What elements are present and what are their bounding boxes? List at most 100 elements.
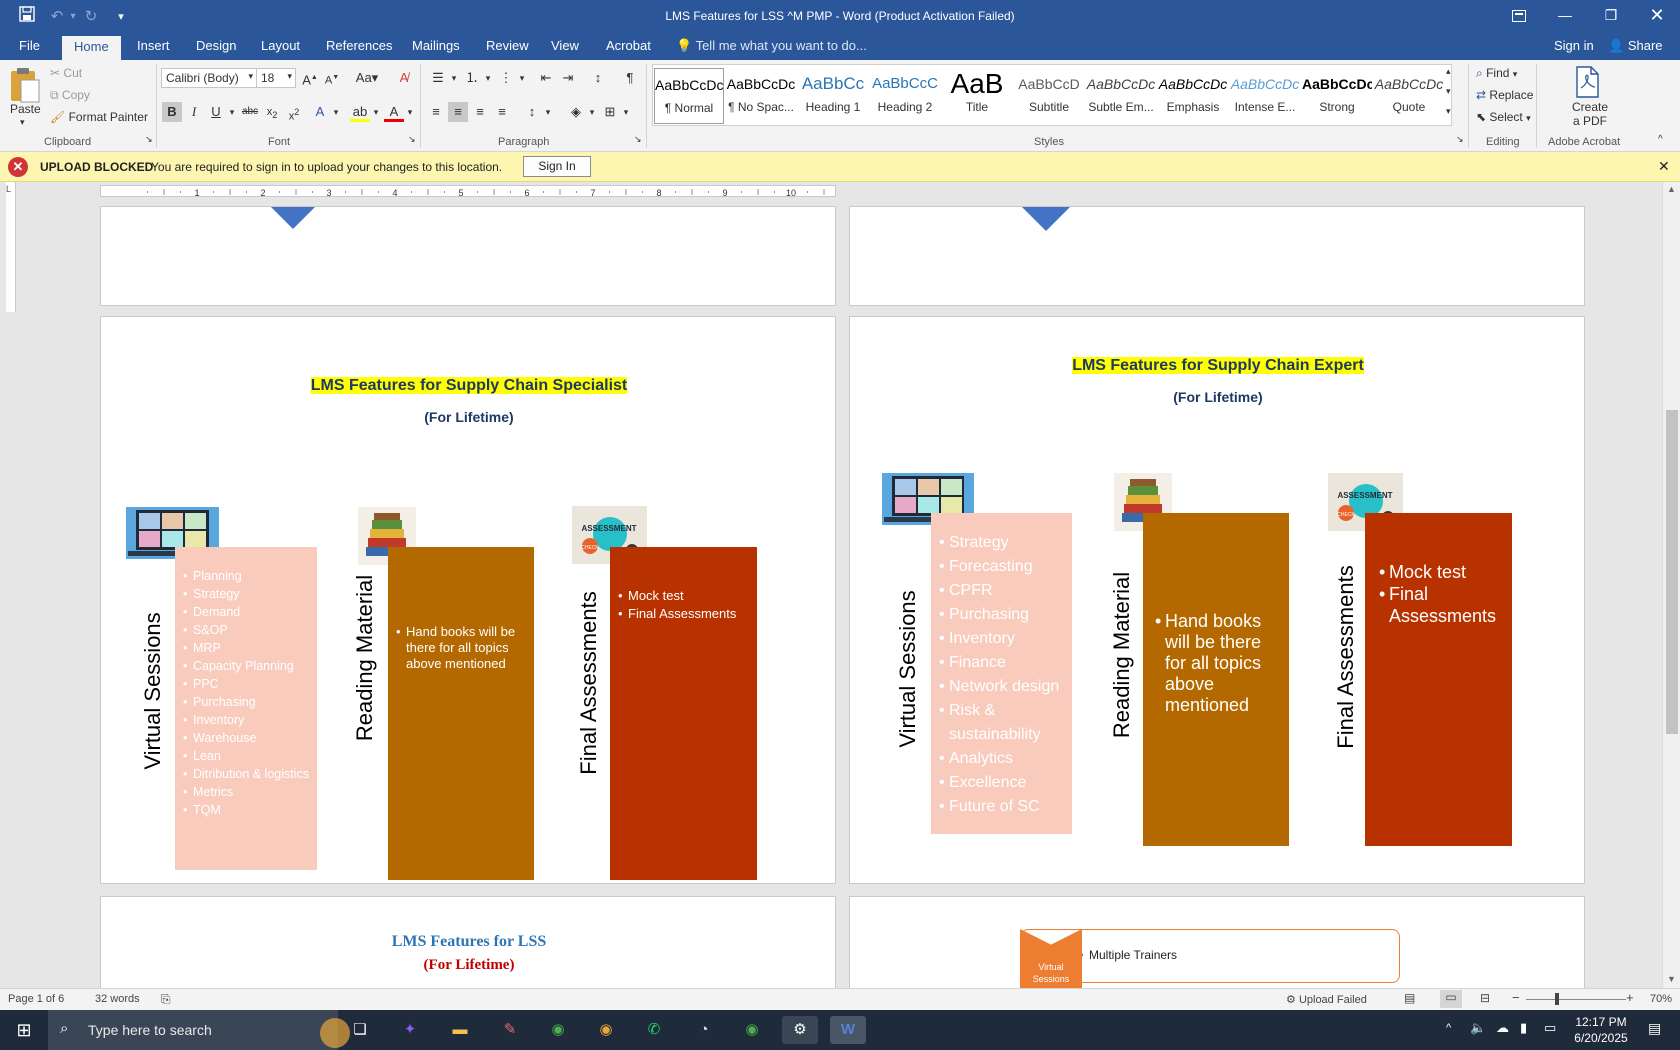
upload-status[interactable]: ⚙ Upload Failed xyxy=(1286,993,1367,1006)
share-button[interactable]: 👤 Share xyxy=(1608,38,1663,54)
subscript-button[interactable]: x2 xyxy=(262,102,282,122)
grow-font-icon[interactable]: A▲ xyxy=(300,68,320,88)
chrome-second-icon[interactable]: ◉ xyxy=(734,1016,770,1044)
styles-launcher-icon[interactable]: ↘ xyxy=(1456,134,1464,145)
bullets-dropdown-icon[interactable]: ▾ xyxy=(444,68,464,88)
style-subtitle[interactable]: AaBbCcD Subtitle xyxy=(1014,68,1084,124)
paste-icon[interactable] xyxy=(8,66,44,106)
font-size-select[interactable]: 18 ▾ xyxy=(256,68,296,88)
restore-button[interactable]: ❐ xyxy=(1588,0,1634,32)
styles-scroll-up-icon[interactable]: ▴ xyxy=(1446,66,1451,77)
settings-app-icon[interactable]: ⚙ xyxy=(782,1016,818,1044)
tray-chevron-icon[interactable]: ^ xyxy=(1446,1022,1451,1034)
zoom-level[interactable]: 70% xyxy=(1650,993,1672,1005)
paste-button[interactable]: Paste xyxy=(10,102,41,116)
tab-review[interactable]: Review xyxy=(486,38,529,53)
chrome-icon[interactable]: ◉ xyxy=(540,1016,576,1044)
style-title[interactable]: AaB Title xyxy=(942,68,1012,124)
tab-design[interactable]: Design xyxy=(196,38,236,53)
replace-button[interactable]: ⇄ Replace xyxy=(1476,88,1533,102)
text-effects-dropdown-icon[interactable]: ▾ xyxy=(326,102,346,122)
tab-references[interactable]: References xyxy=(326,38,392,53)
shading-dropdown-icon[interactable]: ▾ xyxy=(582,102,602,122)
style-heading-1[interactable]: AaBbCc Heading 1 xyxy=(798,68,868,124)
italic-button[interactable]: I xyxy=(184,102,204,122)
cut-button[interactable]: ✂ Cut xyxy=(50,66,82,80)
weather-icon[interactable]: ☁ xyxy=(1496,1020,1509,1036)
styles-scroll-down-icon[interactable]: ▾ xyxy=(1446,86,1451,97)
style-emphasis[interactable]: AaBbCcDc Emphasis xyxy=(1158,68,1228,124)
highlight-dropdown-icon[interactable]: ▾ xyxy=(366,102,386,122)
align-center-icon[interactable]: ≡ xyxy=(448,102,468,122)
paragraph-launcher-icon[interactable]: ↘ xyxy=(634,134,642,145)
volume-icon[interactable]: 🔈 xyxy=(1470,1020,1486,1036)
bold-button[interactable]: B xyxy=(162,102,182,122)
tab-file[interactable]: File xyxy=(19,38,40,53)
styles-more-icon[interactable]: ▾ xyxy=(1446,106,1451,117)
sign-in-link[interactable]: Sign in xyxy=(1554,38,1594,53)
zoom-out-icon[interactable]: − xyxy=(1512,990,1520,1005)
superscript-button[interactable]: x2 xyxy=(284,102,304,123)
show-formatting-marks-icon[interactable]: ¶ xyxy=(620,68,640,88)
sort-icon[interactable]: ↕ xyxy=(588,68,608,88)
line-spacing-dropdown-icon[interactable]: ▾ xyxy=(538,102,558,122)
style-heading-2[interactable]: AaBbCcC Heading 2 xyxy=(870,68,940,124)
network-icon[interactable]: ▭ xyxy=(1544,1020,1556,1036)
tab-mailings[interactable]: Mailings xyxy=(412,38,460,53)
scroll-down-icon[interactable]: ▼ xyxy=(1667,974,1676,984)
chrome-profile-icon[interactable]: ◉ xyxy=(588,1016,624,1044)
decrease-indent-icon[interactable]: ⇤ xyxy=(536,68,556,88)
paste-dropdown-icon[interactable]: ▾ xyxy=(20,117,25,128)
strikethrough-button[interactable]: abc xyxy=(240,102,260,122)
tab-selector-icon[interactable]: L xyxy=(6,184,11,194)
find-button[interactable]: ⌕ Find ▾ xyxy=(1476,66,1517,81)
increase-indent-icon[interactable]: ⇥ xyxy=(558,68,578,88)
scroll-up-icon[interactable]: ▲ xyxy=(1667,184,1676,194)
tab-view[interactable]: View xyxy=(551,38,579,53)
clear-formatting-icon[interactable]: A̸ xyxy=(394,68,414,88)
collapse-ribbon-icon[interactable]: ^ xyxy=(1658,134,1663,145)
justify-icon[interactable]: ≡ xyxy=(492,102,512,122)
font-launcher-icon[interactable]: ↘ xyxy=(408,134,416,145)
task-view-icon[interactable]: ❏ xyxy=(342,1016,378,1044)
clock-app-icon[interactable]: ◔ xyxy=(686,1016,722,1044)
ribbon-display-options-icon[interactable] xyxy=(1496,0,1542,32)
zoom-slider-thumb[interactable] xyxy=(1555,993,1559,1005)
style-strong[interactable]: AaBbCcDc Strong xyxy=(1302,68,1372,124)
multilevel-dropdown-icon[interactable]: ▾ xyxy=(512,68,532,88)
align-left-icon[interactable]: ≡ xyxy=(426,102,446,122)
tab-layout[interactable]: Layout xyxy=(261,38,300,53)
close-message-icon[interactable]: ✕ xyxy=(1658,158,1670,175)
clock[interactable]: 12:17 PM 6/20/2025 xyxy=(1566,1014,1636,1046)
tab-acrobat[interactable]: Acrobat xyxy=(606,38,651,53)
word-count[interactable]: 32 words xyxy=(95,993,140,1005)
battery-icon[interactable]: ▮ xyxy=(1520,1020,1527,1036)
style-subtle-emphasis[interactable]: AaBbCcDc Subtle Em... xyxy=(1086,68,1156,124)
font-family-select[interactable]: Calibri (Body) ▾ xyxy=(161,68,257,88)
zoom-slider[interactable] xyxy=(1526,999,1626,1000)
whatsapp-icon[interactable]: ✆ xyxy=(636,1016,672,1044)
taskbar-search-box[interactable]: ⌕ Type here to search xyxy=(48,1010,350,1050)
underline-dropdown-icon[interactable]: ▾ xyxy=(222,102,242,122)
page-count[interactable]: Page 1 of 6 xyxy=(8,993,64,1005)
file-explorer-icon[interactable]: ▬ xyxy=(442,1016,478,1044)
notifications-icon[interactable]: ▤ xyxy=(1648,1020,1661,1037)
style-no-spacing[interactable]: AaBbCcDc ¶ No Spac... xyxy=(726,68,796,124)
tab-home[interactable]: Home xyxy=(62,36,121,60)
windows-start-icon[interactable]: ⊞ xyxy=(6,1016,42,1044)
close-button[interactable]: ✕ xyxy=(1634,0,1680,32)
word-app-icon[interactable]: W xyxy=(830,1016,866,1044)
vertical-scrollbar[interactable]: ▲ ▼ xyxy=(1662,182,1680,988)
font-color-dropdown-icon[interactable]: ▾ xyxy=(400,102,420,122)
clipboard-launcher-icon[interactable]: ↘ xyxy=(145,134,153,145)
shrink-font-icon[interactable]: A▼ xyxy=(322,68,342,88)
sign-in-button[interactable]: Sign In xyxy=(523,156,591,177)
align-right-icon[interactable]: ≡ xyxy=(470,102,490,122)
proofing-icon[interactable]: ⎘ xyxy=(161,992,171,1007)
style-quote[interactable]: AaBbCcDc Quote xyxy=(1374,68,1444,124)
tell-me-box[interactable]: 💡 Tell me what you want to do... xyxy=(676,38,867,54)
select-button[interactable]: ⬉ Select ▾ xyxy=(1476,110,1531,124)
print-layout-icon[interactable]: ▭ xyxy=(1440,990,1462,1008)
style-normal[interactable]: AaBbCcDc ¶ Normal xyxy=(654,68,724,124)
web-layout-icon[interactable]: ⊟ xyxy=(1480,991,1490,1005)
